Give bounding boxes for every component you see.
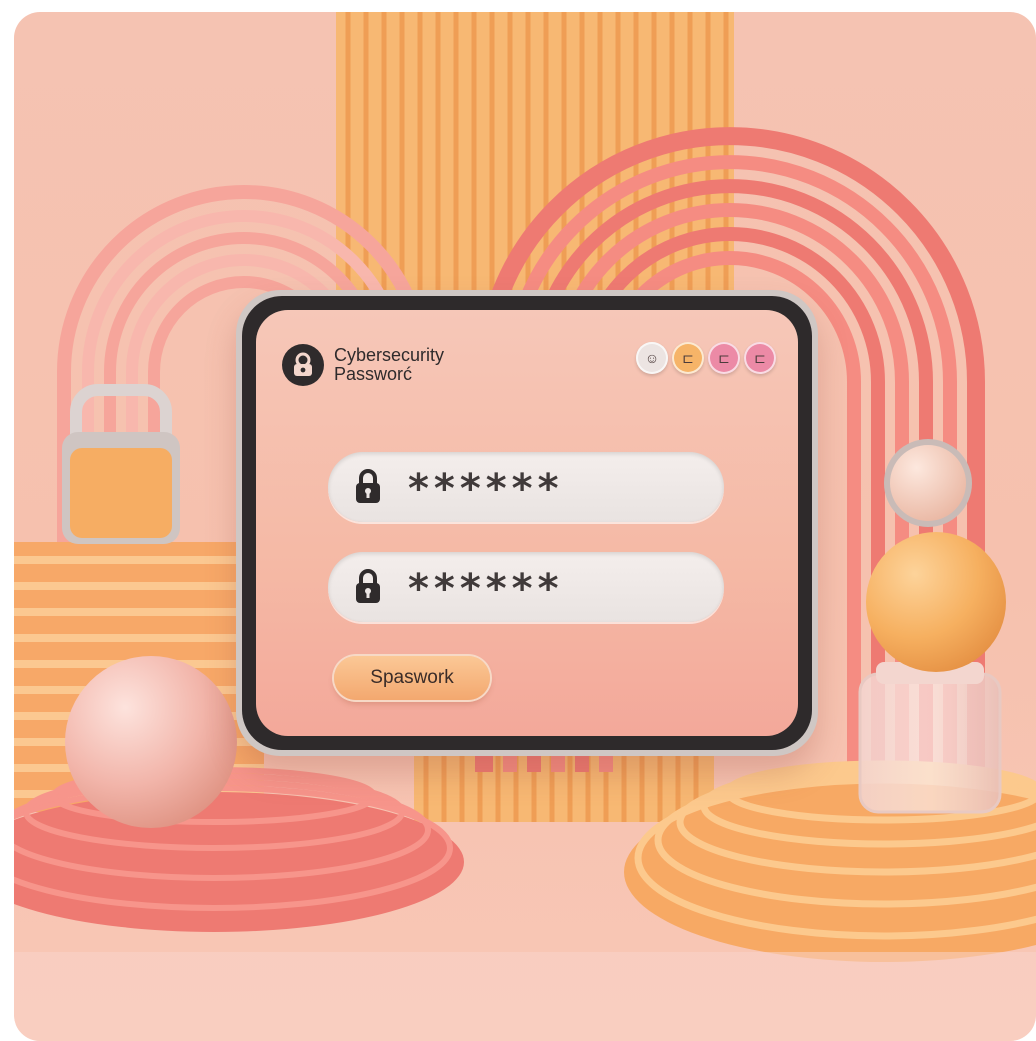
app-title: Cybersecurity Passworć (334, 346, 444, 384)
flag-icon[interactable]: ⊏ (672, 342, 704, 374)
user-lock-icon (282, 344, 324, 386)
password-mask: ****** (408, 566, 564, 612)
flag-icon[interactable]: ⊏ (744, 342, 776, 374)
glass-jar (858, 662, 1002, 814)
lock-icon (354, 468, 382, 509)
floor-reflection (14, 952, 1036, 1041)
padlock-decoration (62, 384, 180, 544)
app-title-line1: Cybersecurity (334, 345, 445, 365)
coral-coils-left (14, 767, 464, 932)
orange-sphere (866, 532, 1006, 672)
login-device: Cybersecurity Passworć ☺ ⊏ ⊏ ⊏ ****** **… (236, 290, 818, 756)
flag-icon[interactable]: ⊏ (708, 342, 740, 374)
device-bezel: Cybersecurity Passworć ☺ ⊏ ⊏ ⊏ ****** **… (242, 296, 812, 750)
app-title-line2: Passworć (334, 364, 413, 384)
password-field-1[interactable]: ****** (328, 452, 724, 522)
header-icons: ☺ ⊏ ⊏ ⊏ (636, 342, 776, 374)
submit-button[interactable]: Spaswork (334, 656, 490, 700)
lock-icon (354, 568, 382, 609)
login-screen: Cybersecurity Passworć ☺ ⊏ ⊏ ⊏ ****** **… (256, 310, 798, 736)
pink-sphere (65, 656, 237, 828)
password-mask: ****** (408, 466, 564, 512)
small-sphere-badge (884, 439, 972, 527)
password-field-2[interactable]: ****** (328, 552, 724, 622)
user-icon[interactable]: ☺ (636, 342, 668, 374)
